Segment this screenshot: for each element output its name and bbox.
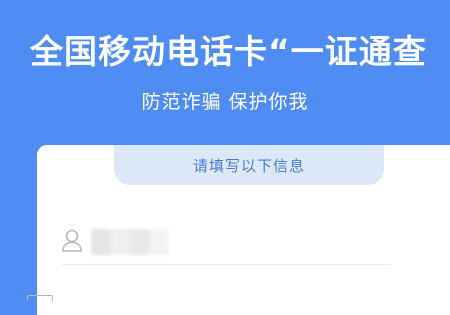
page-title: 全国移动电话卡“一证通查 xyxy=(30,32,427,71)
form-section-label: 请填写以下信息 xyxy=(192,156,305,175)
form-section-tab: 请填写以下信息 xyxy=(114,145,384,185)
row-divider xyxy=(61,264,391,265)
id-card-icon xyxy=(27,295,53,301)
name-field-value[interactable] xyxy=(89,227,169,257)
info-form-card: 请填写以下信息 xyxy=(37,145,450,315)
user-icon xyxy=(61,229,83,253)
page-subtitle: 防范诈骗 保护你我 xyxy=(141,91,309,113)
name-field-row[interactable] xyxy=(61,225,391,265)
